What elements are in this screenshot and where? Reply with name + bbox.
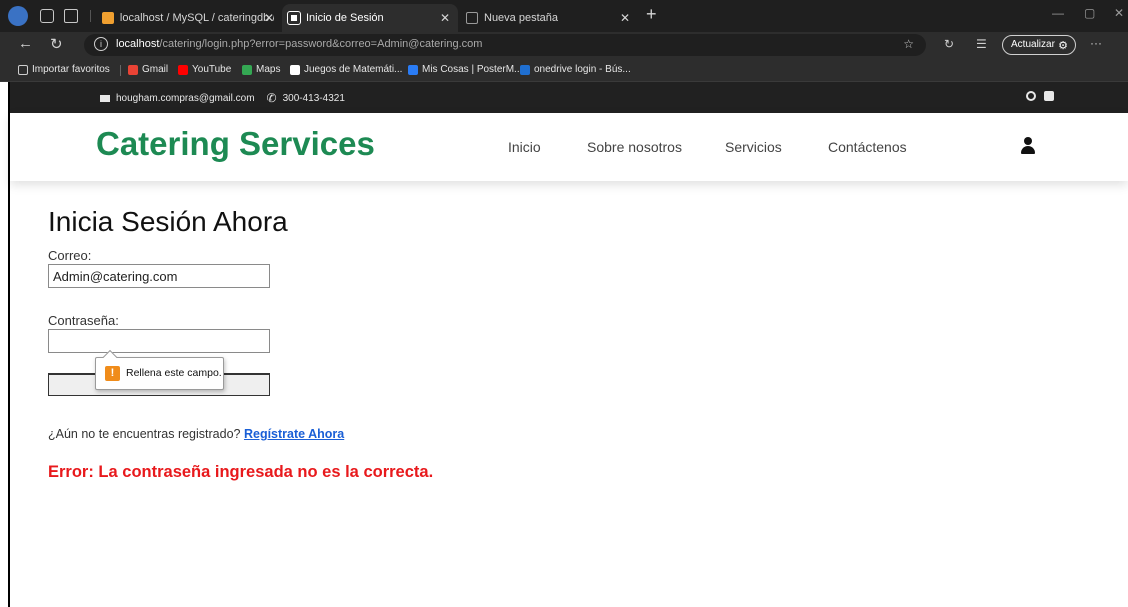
tab-phpmyadmin[interactable]: localhost / MySQL / cateringdb / ✕ xyxy=(96,4,280,32)
close-tab-icon[interactable]: ✕ xyxy=(264,11,274,25)
favorite-star-icon[interactable]: ☆ xyxy=(903,37,914,51)
maps-icon xyxy=(242,64,252,75)
user-icon-head xyxy=(1024,137,1032,145)
youtube-icon xyxy=(178,64,188,75)
bookmark-youtube[interactable]: YouTube xyxy=(178,64,231,75)
tab-new[interactable]: Nueva pestaña ✕ xyxy=(460,4,638,32)
tab-actions-icon[interactable] xyxy=(64,9,78,23)
login-title: Inicia Sesión Ahora xyxy=(48,206,288,237)
warning-icon: ! xyxy=(105,366,120,381)
password-label: Contraseña: xyxy=(48,313,119,328)
contact-phone[interactable]: 300-413-4321 xyxy=(283,93,345,104)
more-options-icon[interactable]: ··· xyxy=(1090,36,1102,50)
bookmark-label: Importar favoritos xyxy=(32,64,110,75)
refresh-extension-icon[interactable]: ↻ xyxy=(944,37,954,51)
instagram-icon[interactable] xyxy=(1026,91,1036,101)
close-tab-icon[interactable]: ✕ xyxy=(620,11,630,25)
nav-link-contactenos[interactable]: Contáctenos xyxy=(828,139,907,155)
address-bar[interactable]: i localhost/catering/login.php?error=pas… xyxy=(84,34,926,56)
page-favicon-icon xyxy=(287,11,301,25)
close-window-icon[interactable]: ✕ xyxy=(1114,6,1124,20)
nav-link-inicio[interactable]: Inicio xyxy=(508,139,541,155)
update-label: Actualizar xyxy=(1011,39,1055,50)
bookmarks-bar: Importar favoritos Gmail YouTube Maps Ju… xyxy=(0,58,1128,82)
tab-strip: localhost / MySQL / cateringdb / ✕ Inici… xyxy=(0,0,1128,32)
tab-separator xyxy=(90,10,91,22)
bookmark-import[interactable]: Importar favoritos xyxy=(18,64,110,75)
nav-link-sobre-nosotros[interactable]: Sobre nosotros xyxy=(587,139,682,155)
browser-toolbar: ← ↻ i localhost/catering/login.php?error… xyxy=(0,32,1128,58)
bookmark-label: onedrive login - Bús... xyxy=(534,64,631,75)
bookmark-juegos[interactable]: Juegos de Matemáti... xyxy=(290,64,402,75)
contact-email[interactable]: hougham.compras@gmail.com xyxy=(116,93,255,104)
workspaces-icon[interactable] xyxy=(40,9,54,23)
contact-topbar: hougham.compras@gmail.com ✆ 300-413-4321 xyxy=(10,82,1128,113)
import-icon xyxy=(18,64,28,75)
window-edge xyxy=(8,82,10,607)
register-row: ¿Aún no te encuentras registrado? Regíst… xyxy=(48,427,344,441)
favorites-icon[interactable]: ☰ xyxy=(976,37,987,51)
maximize-icon[interactable]: ▢ xyxy=(1084,6,1095,20)
bookmark-separator xyxy=(120,65,121,76)
back-arrow-icon[interactable]: ← xyxy=(18,35,33,52)
gmail-icon xyxy=(128,64,138,75)
reload-icon[interactable]: ↻ xyxy=(50,35,63,53)
bookmark-label: Mis Cosas | PosterM... xyxy=(422,64,523,75)
bookmark-onedrive[interactable]: onedrive login - Bús... xyxy=(520,64,631,75)
newtab-favicon-icon xyxy=(466,12,478,24)
juegos-icon xyxy=(290,64,300,75)
user-icon-body xyxy=(1021,146,1035,154)
browser-window: localhost / MySQL / cateringdb / ✕ Inici… xyxy=(0,0,1128,607)
url-text[interactable]: localhost/catering/login.php?error=passw… xyxy=(116,38,482,50)
contact-info: hougham.compras@gmail.com ✆ 300-413-4321 xyxy=(100,91,345,105)
tooltip-message: Rellena este campo. xyxy=(126,367,222,379)
mail-icon xyxy=(100,94,110,102)
bookmark-label: Juegos de Matemáti... xyxy=(304,64,403,75)
error-message: Error: La contraseña ingresada no es la … xyxy=(48,463,434,481)
validation-tooltip: ! Rellena este campo. xyxy=(95,349,224,390)
site-info-icon[interactable]: i xyxy=(94,37,108,51)
update-button[interactable]: Actualizar ⚙ xyxy=(1002,35,1076,55)
tab-login[interactable]: Inicio de Sesión ✕ xyxy=(282,4,458,32)
user-icon[interactable] xyxy=(1020,137,1036,155)
profile-avatar-icon[interactable] xyxy=(8,6,28,26)
url-path: /catering/login.php?error=password&corre… xyxy=(159,38,483,50)
url-host: localhost xyxy=(116,38,160,50)
tab-title: Inicio de Sesión xyxy=(306,12,384,24)
search-favicon-icon xyxy=(520,64,530,75)
register-link[interactable]: Regístrate Ahora xyxy=(244,427,344,441)
bookmark-maps[interactable]: Maps xyxy=(242,64,280,75)
bookmark-poster[interactable]: Mis Cosas | PosterM... xyxy=(408,64,522,75)
new-tab-plus-icon[interactable]: + xyxy=(646,4,657,25)
tab-title: localhost / MySQL / cateringdb / xyxy=(119,12,274,24)
page-viewport: hougham.compras@gmail.com ✆ 300-413-4321… xyxy=(0,82,1128,607)
password-field[interactable] xyxy=(48,329,270,353)
bookmark-gmail[interactable]: Gmail xyxy=(128,64,168,75)
tab-title: Nueva pestaña xyxy=(484,12,558,24)
site-header: Catering Services Inicio Sobre nosotros … xyxy=(10,113,1128,181)
email-label: Correo: xyxy=(48,248,92,263)
poster-icon xyxy=(408,64,418,75)
update-badge-icon: ⚙ xyxy=(1058,40,1068,52)
register-prompt: ¿Aún no te encuentras registrado? xyxy=(48,427,241,441)
phone-icon: ✆ xyxy=(266,91,277,105)
bookmark-label: Maps xyxy=(256,64,281,75)
minimize-icon[interactable]: — xyxy=(1052,6,1064,20)
phpmyadmin-favicon-icon xyxy=(102,12,114,24)
email-field[interactable] xyxy=(48,264,270,288)
linkedin-icon[interactable] xyxy=(1044,91,1054,101)
bookmark-label: Gmail xyxy=(142,64,169,75)
brand-logo[interactable]: Catering Services xyxy=(96,125,375,163)
close-tab-icon[interactable]: ✕ xyxy=(440,11,450,25)
nav-link-servicios[interactable]: Servicios xyxy=(725,139,782,155)
bookmark-label: YouTube xyxy=(192,64,232,75)
